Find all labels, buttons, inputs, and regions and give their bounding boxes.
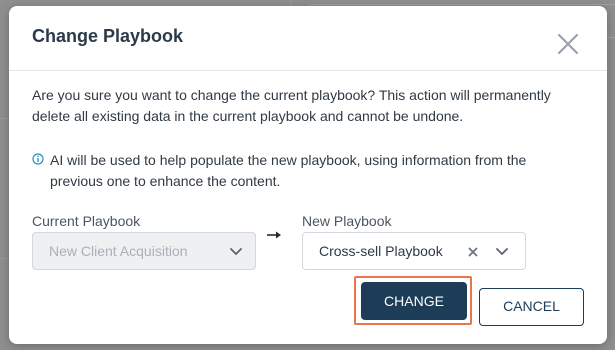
cancel-button[interactable]: CANCEL xyxy=(479,288,584,326)
chevron-down-icon xyxy=(230,248,242,255)
header-divider xyxy=(9,70,607,71)
new-playbook-label: New Playbook xyxy=(302,213,392,229)
background-divider xyxy=(0,258,9,259)
current-playbook-select: New Client Acquisition xyxy=(32,232,256,270)
close-icon xyxy=(557,33,579,55)
current-playbook-label: Current Playbook xyxy=(32,213,141,229)
chevron-down-icon[interactable] xyxy=(495,247,509,257)
warning-message: Are you sure you want to change the curr… xyxy=(32,87,551,124)
arrow-right-icon xyxy=(267,231,281,239)
new-playbook-value: Cross-sell Playbook xyxy=(319,243,443,259)
dialog-title: Change Playbook xyxy=(32,26,184,46)
close-button[interactable] xyxy=(554,30,582,58)
current-playbook-value: New Client Acquisition xyxy=(49,243,188,259)
background-divider xyxy=(0,118,9,119)
info-icon xyxy=(32,153,44,165)
info-message: AI will be used to help populate the new… xyxy=(50,152,527,189)
change-button[interactable]: CHANGE xyxy=(361,282,467,320)
clear-icon[interactable] xyxy=(468,247,478,257)
new-playbook-select[interactable]: Cross-sell Playbook xyxy=(302,232,526,270)
info-note: AI will be used to help populate the new… xyxy=(32,150,572,192)
change-playbook-dialog: Change Playbook Are you sure you want to… xyxy=(9,6,607,344)
